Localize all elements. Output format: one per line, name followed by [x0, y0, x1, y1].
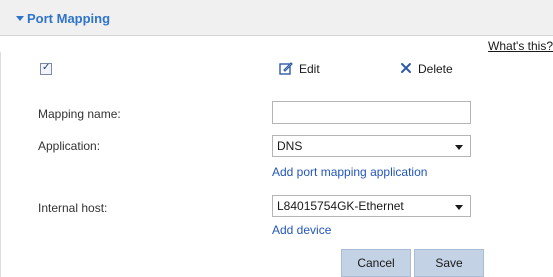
select-all-checkbox[interactable]: ✓ — [40, 62, 52, 75]
internal-host-select[interactable]: L84015754GK-Ethernet — [272, 195, 471, 217]
edit-button[interactable]: Edit — [279, 60, 320, 78]
delete-label: Delete — [418, 62, 453, 76]
checkmark-icon: ✓ — [42, 62, 51, 73]
dropdown-arrow-icon — [455, 205, 463, 210]
edit-icon — [279, 61, 293, 78]
application-label: Application: — [38, 139, 101, 153]
application-selected-value: DNS — [277, 139, 303, 153]
whats-this-link[interactable]: What's this? — [488, 39, 553, 53]
mapping-name-input[interactable] — [272, 101, 471, 124]
internal-host-label: Internal host: — [38, 201, 108, 215]
left-border — [0, 52, 1, 277]
delete-button[interactable]: Delete — [400, 60, 453, 78]
add-device-link[interactable]: Add device — [272, 223, 331, 237]
cancel-button[interactable]: Cancel — [341, 249, 411, 277]
collapse-caret-icon[interactable] — [16, 16, 24, 21]
mapping-name-label: Mapping name: — [38, 107, 121, 121]
save-button[interactable]: Save — [414, 249, 484, 277]
internal-host-selected-value: L84015754GK-Ethernet — [277, 199, 404, 213]
application-select[interactable]: DNS — [272, 135, 471, 157]
dropdown-arrow-icon — [455, 145, 463, 150]
section-header[interactable]: Port Mapping — [0, 0, 553, 36]
close-x-icon — [400, 62, 412, 77]
section-title: Port Mapping — [27, 11, 111, 26]
add-port-mapping-application-link[interactable]: Add port mapping application — [272, 165, 427, 179]
edit-label: Edit — [299, 62, 320, 76]
